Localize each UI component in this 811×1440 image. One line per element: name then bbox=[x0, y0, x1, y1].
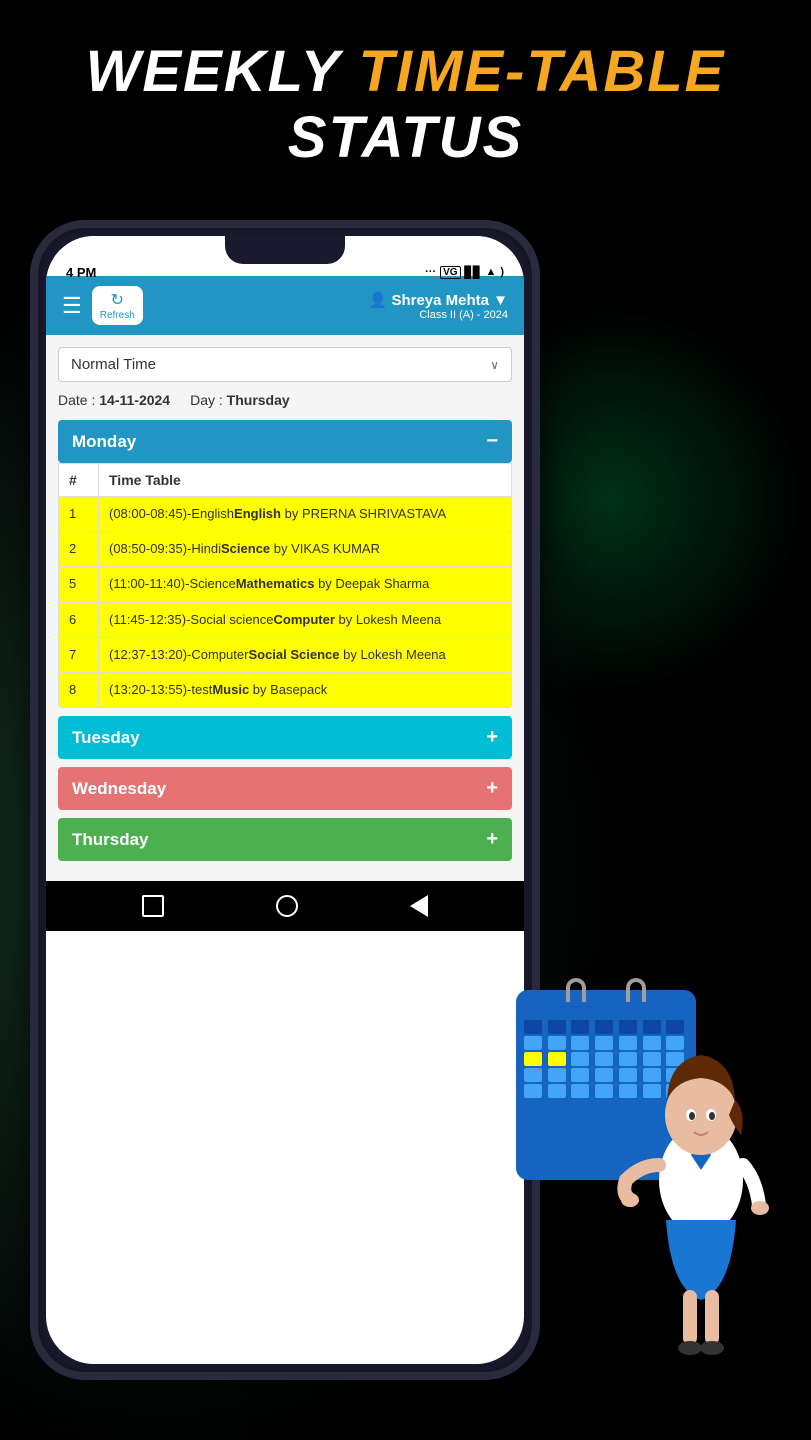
thursday-section: Thursday + bbox=[58, 818, 512, 861]
user-name: 👤 Shreya Mehta ▼ bbox=[369, 291, 508, 309]
thursday-header[interactable]: Thursday + bbox=[58, 818, 512, 861]
home-circle-button[interactable] bbox=[276, 895, 298, 917]
monday-section: Monday − # Time Table 1 (08:00-08:45)-En… bbox=[58, 420, 512, 708]
col-timetable-header: Time Table bbox=[99, 464, 511, 496]
chevron-down-icon: ∨ bbox=[490, 358, 499, 372]
row-num: 7 bbox=[59, 638, 99, 672]
table-row: 7 (12:37-13:20)-ComputerSocial Science b… bbox=[59, 638, 511, 673]
date-row: Date : 14-11-2024 Day : Thursday bbox=[58, 392, 512, 408]
row-num: 1 bbox=[59, 497, 99, 531]
phone-frame: 4 PM ··· VG ▊▊ ▲ ) ☰ ↻ Refresh 👤 Shreya … bbox=[30, 220, 540, 1380]
date-label: Date : 14-11-2024 bbox=[58, 392, 170, 408]
title-weekly: WEEKLY bbox=[86, 39, 359, 104]
user-icon: 👤 bbox=[369, 292, 392, 309]
row-entry: (13:20-13:55)-testMusic by Basepack bbox=[99, 673, 511, 707]
row-entry: (11:00-11:40)-ScienceMathematics by Deep… bbox=[99, 567, 511, 601]
wednesday-label: Wednesday bbox=[72, 779, 166, 799]
cal-cell bbox=[571, 1052, 589, 1066]
user-class: Class II (A) - 2024 bbox=[369, 309, 508, 321]
row-num: 8 bbox=[59, 673, 99, 707]
recents-triangle-button[interactable] bbox=[410, 895, 428, 917]
phone-inner: 4 PM ··· VG ▊▊ ▲ ) ☰ ↻ Refresh 👤 Shreya … bbox=[46, 236, 524, 1364]
dropdown-label: Normal Time bbox=[71, 356, 156, 373]
back-square-button[interactable] bbox=[142, 895, 164, 917]
header-left: ☰ ↻ Refresh bbox=[62, 286, 143, 325]
cal-cell bbox=[548, 1036, 566, 1050]
refresh-button[interactable]: ↻ Refresh bbox=[92, 286, 143, 325]
monday-label: Monday bbox=[72, 432, 136, 452]
monday-header[interactable]: Monday − bbox=[58, 420, 512, 463]
cal-cell bbox=[571, 1036, 589, 1050]
row-entry: (12:37-13:20)-ComputerSocial Science by … bbox=[99, 638, 511, 672]
bottom-nav bbox=[46, 881, 524, 931]
tuesday-toggle[interactable]: + bbox=[486, 726, 498, 749]
vo-icon: VG bbox=[440, 266, 460, 279]
wednesday-header[interactable]: Wednesday + bbox=[58, 767, 512, 810]
refresh-icon: ↻ bbox=[100, 290, 135, 310]
row-entry: (08:50-09:35)-HindiScience by VIKAS KUMA… bbox=[99, 532, 511, 566]
title-area: WEEKLY TIME-TABLE STATUS bbox=[0, 40, 811, 171]
title-line1: WEEKLY TIME-TABLE bbox=[0, 40, 811, 104]
table-row: 5 (11:00-11:40)-ScienceMathematics by De… bbox=[59, 567, 511, 602]
col-num-header: # bbox=[59, 464, 99, 496]
user-arrow: ▼ bbox=[489, 292, 508, 309]
cal-cell bbox=[524, 1036, 542, 1050]
cal-cell bbox=[524, 1084, 542, 1098]
notch bbox=[225, 236, 345, 264]
wednesday-section: Wednesday + bbox=[58, 767, 512, 810]
table-row: 6 (11:45-12:35)-Social scienceComputer b… bbox=[59, 603, 511, 638]
time-type-dropdown[interactable]: Normal Time ∨ bbox=[58, 347, 512, 382]
cal-cell bbox=[524, 1068, 542, 1082]
wifi-icon: ▲ bbox=[485, 266, 496, 278]
table-header: # Time Table bbox=[59, 464, 511, 497]
day-label: Day : Thursday bbox=[190, 392, 290, 408]
row-num: 6 bbox=[59, 603, 99, 637]
title-status: STATUS bbox=[0, 104, 811, 171]
app-content: Normal Time ∨ Date : 14-11-2024 Day : Th… bbox=[46, 335, 524, 881]
tuesday-label: Tuesday bbox=[72, 728, 140, 748]
cal-cell bbox=[548, 1084, 566, 1098]
character-svg bbox=[611, 980, 791, 1380]
row-num: 5 bbox=[59, 567, 99, 601]
signal-dots: ··· bbox=[425, 266, 436, 278]
status-icons: ··· VG ▊▊ ▲ ) bbox=[425, 266, 504, 279]
status-time: 4 PM bbox=[66, 265, 96, 280]
tuesday-section: Tuesday + bbox=[58, 716, 512, 759]
signal-bars: ▊▊ bbox=[465, 266, 482, 279]
header-right: 👤 Shreya Mehta ▼ Class II (A) - 2024 bbox=[369, 291, 508, 321]
table-row: 8 (13:20-13:55)-testMusic by Basepack bbox=[59, 673, 511, 707]
cal-cell bbox=[548, 1068, 566, 1082]
tuesday-header[interactable]: Tuesday + bbox=[58, 716, 512, 759]
user-name-text: Shreya Mehta bbox=[391, 292, 489, 309]
character-decoration bbox=[611, 980, 791, 1380]
monday-timetable: # Time Table 1 (08:00-08:45)-EnglishEngl… bbox=[58, 463, 512, 708]
cal-cell bbox=[548, 1052, 566, 1066]
thursday-label: Thursday bbox=[72, 830, 149, 850]
title-timetable: TIME-TABLE bbox=[359, 39, 726, 104]
cal-cell bbox=[571, 1084, 589, 1098]
battery-icon: ) bbox=[500, 266, 504, 278]
table-row: 1 (08:00-08:45)-EnglishEnglish by PRERNA… bbox=[59, 497, 511, 532]
cal-cell bbox=[548, 1020, 566, 1034]
wednesday-toggle[interactable]: + bbox=[486, 777, 498, 800]
ring-left bbox=[566, 978, 586, 1002]
refresh-label: Refresh bbox=[100, 310, 135, 321]
row-entry: (08:00-08:45)-EnglishEnglish by PRERNA S… bbox=[99, 497, 511, 531]
thursday-toggle[interactable]: + bbox=[486, 828, 498, 851]
table-row: 2 (08:50-09:35)-HindiScience by VIKAS KU… bbox=[59, 532, 511, 567]
app-header: ☰ ↻ Refresh 👤 Shreya Mehta ▼ Class II (A… bbox=[46, 276, 524, 335]
cal-cell bbox=[524, 1052, 542, 1066]
hamburger-icon[interactable]: ☰ bbox=[62, 293, 82, 319]
cal-cell bbox=[571, 1020, 589, 1034]
row-entry: (11:45-12:35)-Social scienceComputer by … bbox=[99, 603, 511, 637]
cal-cell bbox=[524, 1020, 542, 1034]
cal-cell bbox=[571, 1068, 589, 1082]
row-num: 2 bbox=[59, 532, 99, 566]
monday-toggle[interactable]: − bbox=[486, 430, 498, 453]
